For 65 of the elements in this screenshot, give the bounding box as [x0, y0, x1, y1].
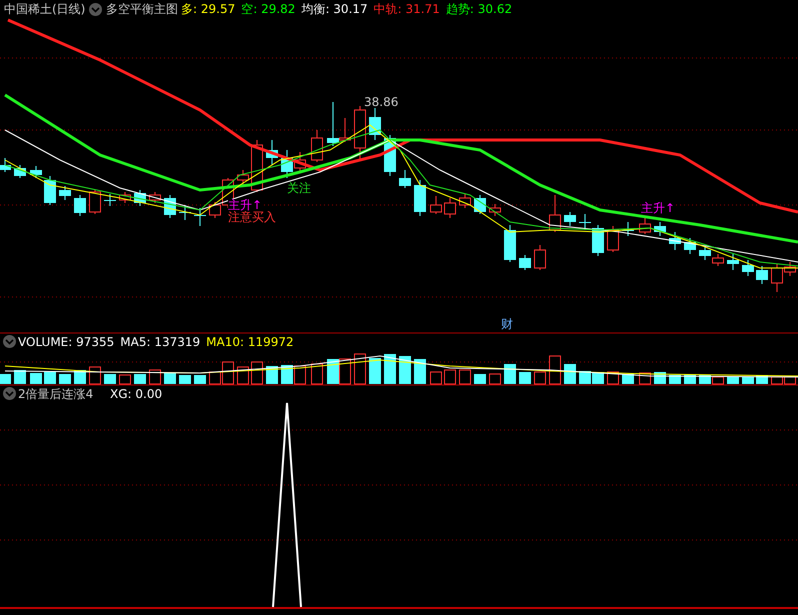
- candlestick: [30, 166, 42, 178]
- indicator-title: 多空平衡主图: [106, 3, 178, 15]
- candlestick: [311, 130, 323, 162]
- candlestick: [74, 194, 86, 216]
- candlestick: [444, 198, 456, 218]
- event-marker: 财: [501, 318, 513, 330]
- candlestick: [266, 140, 278, 166]
- indicator-value: XG: 0.00: [110, 388, 162, 400]
- candlestick: [194, 208, 206, 226]
- candlestick: [430, 196, 442, 214]
- candlestick: [504, 224, 516, 262]
- candlestick: [639, 218, 651, 234]
- candlestick: [712, 254, 724, 266]
- candlestick: [237, 170, 249, 186]
- candlestick: [519, 254, 531, 270]
- candlestick: [607, 226, 619, 252]
- candlestick: [294, 152, 306, 172]
- candlestick: [134, 190, 146, 206]
- dropdown-icon[interactable]: [3, 387, 16, 400]
- candlestick: [756, 266, 768, 284]
- candlestick: [164, 194, 176, 218]
- candlestick: [104, 194, 116, 206]
- stock-title: 中国稀土(日线): [4, 3, 86, 15]
- signal-label: 主升↑: [641, 202, 676, 214]
- candlestick: [369, 108, 381, 140]
- dropdown-icon[interactable]: [3, 335, 16, 348]
- indicator-value: 空: 29.82: [241, 3, 296, 15]
- candlestick: [459, 194, 471, 208]
- candlestick: [654, 222, 666, 236]
- candlestick: [414, 180, 426, 216]
- candlestick: [564, 212, 576, 226]
- candlestick: [622, 222, 634, 236]
- candlestick: [742, 260, 754, 276]
- candlestick: [669, 232, 681, 250]
- indicator-title: 2倍量后连涨4: [18, 388, 94, 400]
- candlestick: [59, 186, 71, 200]
- candlestick: [727, 254, 739, 270]
- indicator-value: 多: 29.57: [181, 3, 236, 15]
- buy-signal-label: 注意买入: [228, 211, 276, 223]
- candlestick: [354, 106, 366, 160]
- candlestick: [281, 150, 293, 178]
- indicator-value: 中轨: 31.71: [374, 3, 440, 15]
- candlestick: [14, 164, 26, 178]
- candlestick: [699, 246, 711, 260]
- candlestick: [489, 204, 501, 216]
- candlestick: [399, 170, 411, 188]
- watch-label: 关注: [287, 182, 311, 194]
- indicator-value: MA5: 137319: [120, 336, 200, 348]
- candlestick: [89, 190, 101, 214]
- indicator-value: 均衡: 30.17: [301, 3, 368, 15]
- indicator-value: VOLUME: 97355: [18, 336, 114, 348]
- candlestick: [474, 194, 486, 214]
- signal-label: 主升↑: [228, 199, 262, 211]
- candlestick: [684, 238, 696, 254]
- candlestick: [44, 176, 56, 206]
- candlestick: [179, 204, 191, 220]
- candlestick: [119, 192, 131, 204]
- candlestick: [534, 244, 546, 270]
- candlestick: [149, 192, 161, 204]
- indicator-value: MA10: 119972: [206, 336, 294, 348]
- candlestick: [549, 194, 561, 232]
- high-price-label: 38.86: [364, 96, 398, 108]
- dropdown-icon[interactable]: [89, 3, 102, 16]
- candlestick: [0, 158, 11, 172]
- indicator-value: 趋势: 30.62: [446, 3, 512, 15]
